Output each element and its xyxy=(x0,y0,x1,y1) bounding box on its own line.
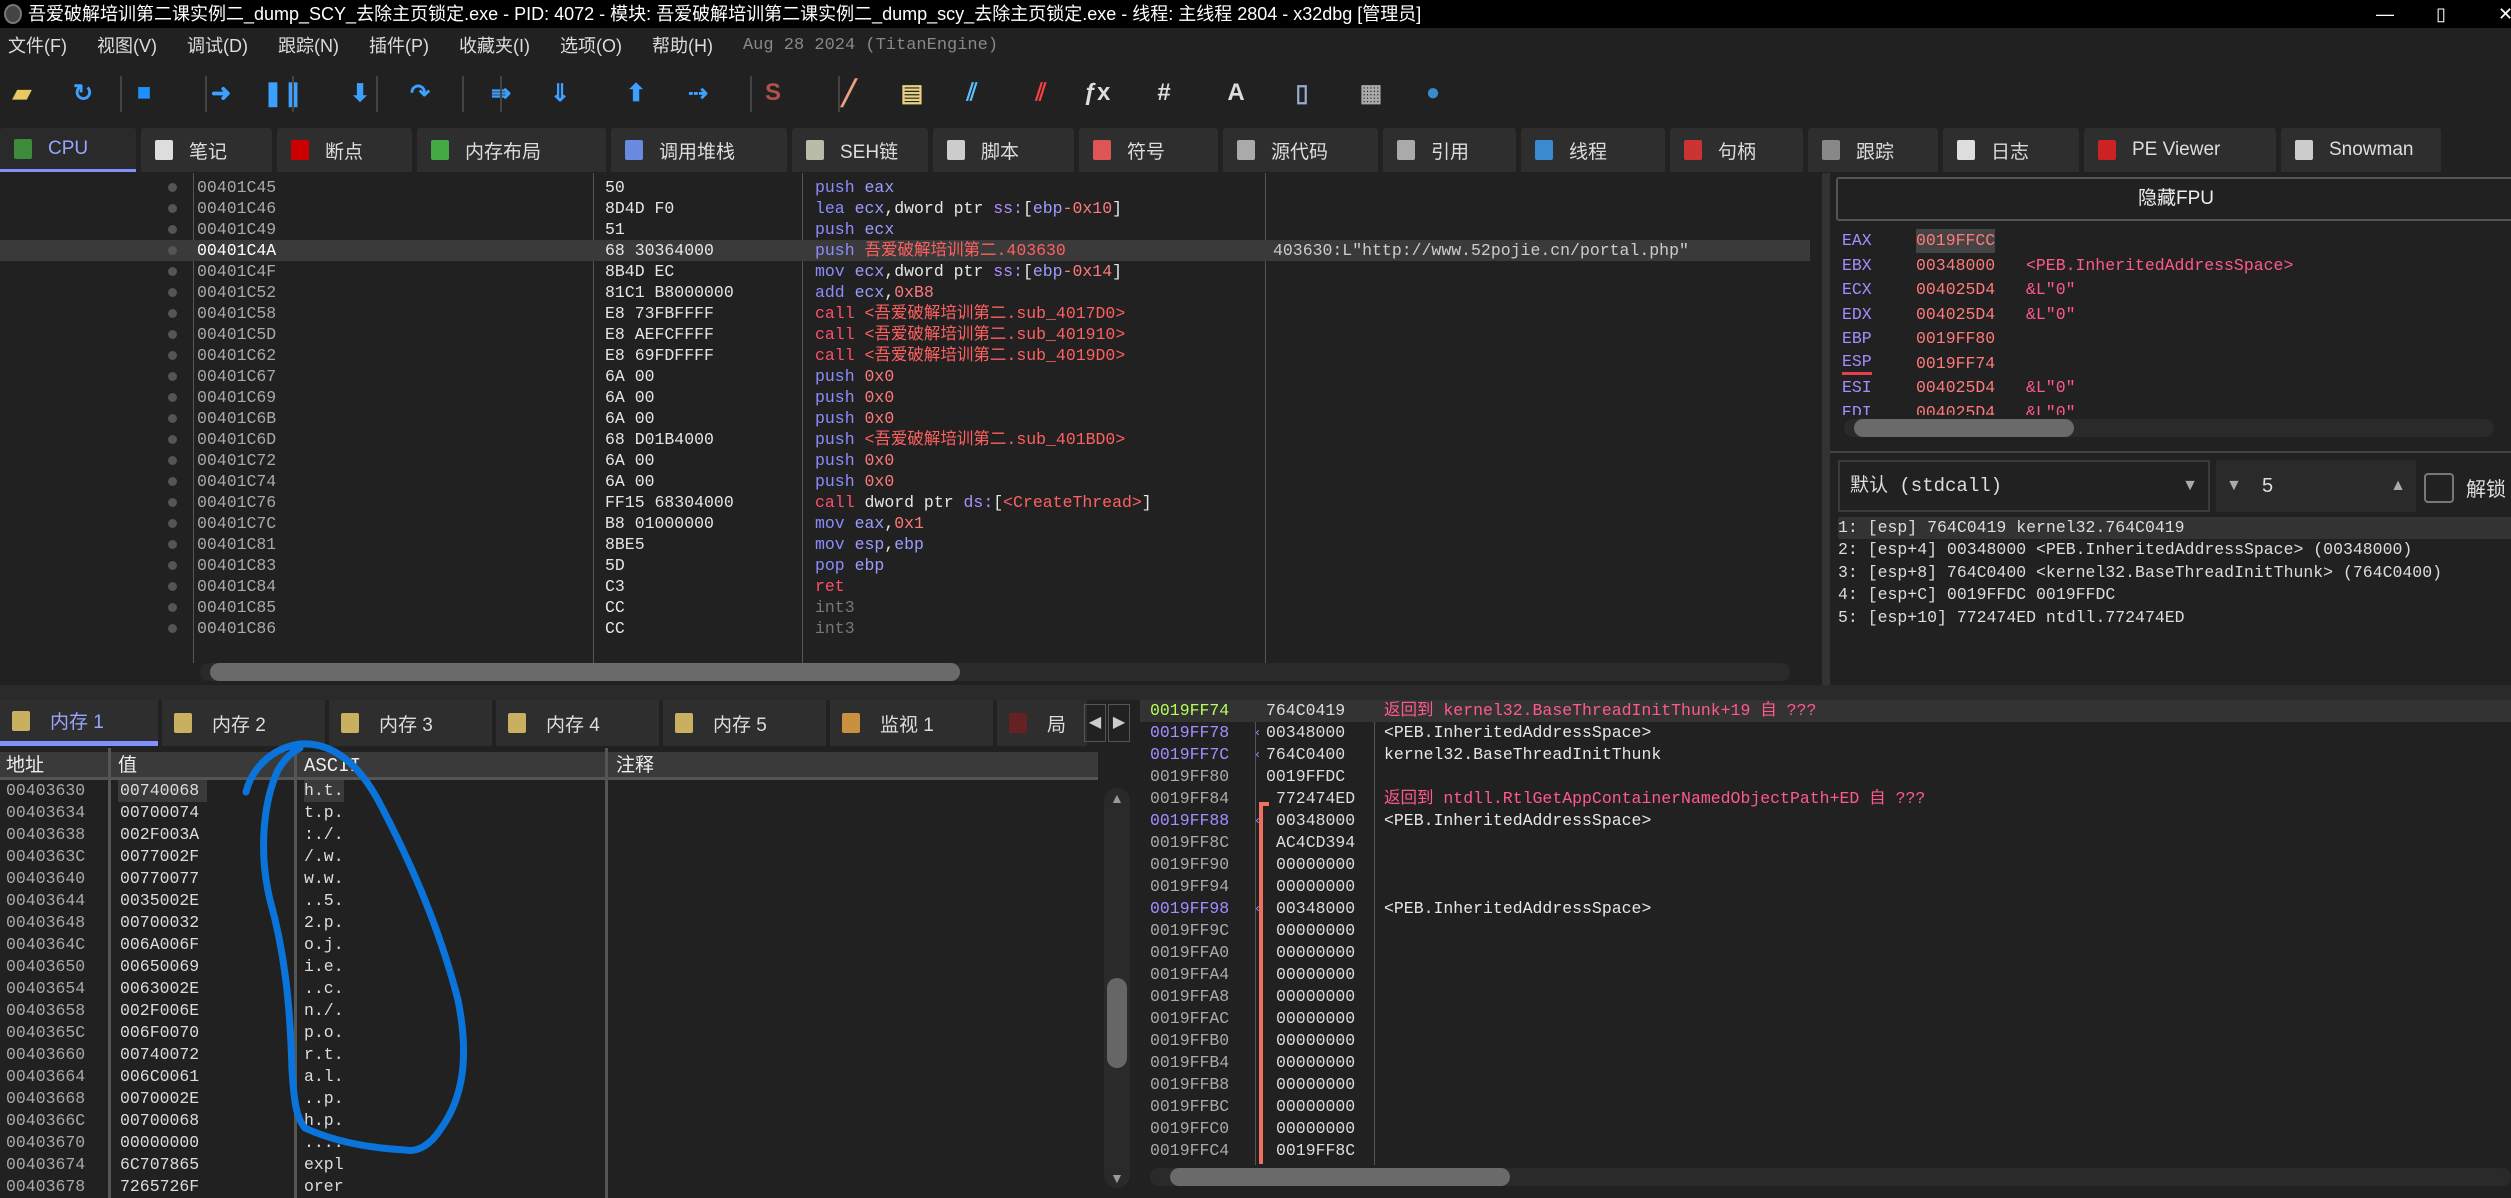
hand-drawn-annotation-circle xyxy=(242,740,468,1154)
annotation-loop xyxy=(242,740,468,1154)
